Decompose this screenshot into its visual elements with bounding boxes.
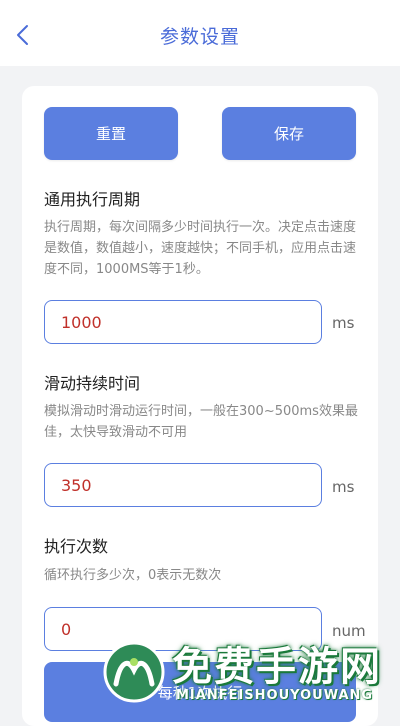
section-desc-swipe: 模拟滑动时滑动运行时间，一般在300~500ms效果最佳，太快导致滑动不可用 bbox=[44, 404, 358, 440]
interval-input-box[interactable] bbox=[44, 300, 322, 344]
count-input[interactable] bbox=[45, 619, 321, 639]
section-title-count: 执行次数 bbox=[44, 537, 109, 556]
section-desc-interval: 执行周期，每次间隔多少时间执行一次。决定点击速度是数值，数值越小，速度越快；不同… bbox=[44, 220, 357, 277]
top-bar: 参数设置 bbox=[0, 0, 400, 66]
count-unit: num bbox=[332, 622, 366, 640]
interval-input[interactable] bbox=[45, 312, 321, 332]
swipe-duration-input[interactable] bbox=[45, 475, 321, 495]
run-mode-button[interactable]: 每秒1次执行 bbox=[44, 662, 356, 722]
interval-unit: ms bbox=[332, 314, 355, 332]
count-input-box[interactable] bbox=[44, 607, 322, 651]
page-title: 参数设置 bbox=[159, 26, 240, 48]
reset-button[interactable]: 重置 bbox=[44, 107, 178, 160]
section-title-swipe: 滑动持续时间 bbox=[44, 374, 141, 393]
section-title-interval: 通用执行周期 bbox=[44, 190, 141, 209]
save-button[interactable]: 保存 bbox=[222, 107, 356, 160]
swipe-duration-input-box[interactable] bbox=[44, 463, 322, 507]
settings-card: 重置 保存 通用执行周期 执行周期，每次间隔多少时间执行一次。决定点击速度是数值… bbox=[22, 86, 378, 726]
section-desc-count: 循环执行多少次，0表示无数次 bbox=[44, 568, 222, 583]
swipe-duration-unit: ms bbox=[332, 478, 355, 496]
